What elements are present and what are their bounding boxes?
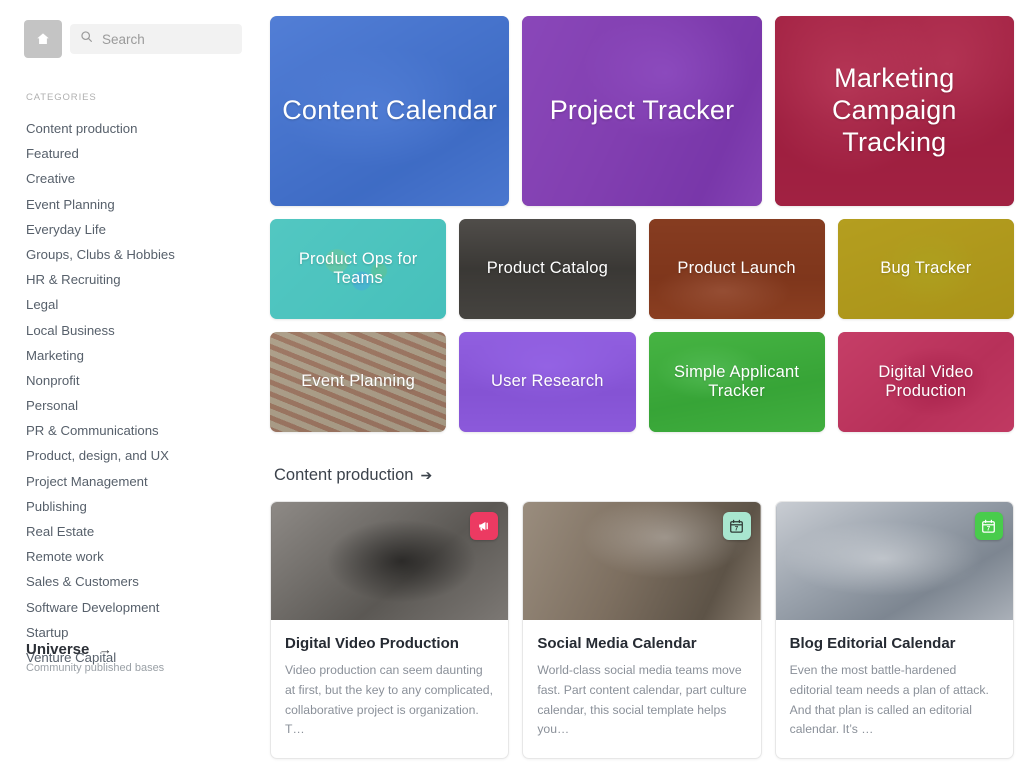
template-title: Blog Editorial Calendar xyxy=(789,635,956,652)
tile-label: Bug Tracker xyxy=(880,259,972,278)
tile-product-ops-for-teams[interactable]: Product Ops for Teams xyxy=(270,219,447,319)
sidebar-item-software-development[interactable]: Software Development xyxy=(0,595,262,620)
universe-link[interactable]: Universe → xyxy=(26,641,164,659)
tile-label: Simple Applicant Tracker xyxy=(674,362,800,400)
template-description: Video production can seem daunting at fi… xyxy=(285,663,493,737)
tile-grid: Content Calendar Project Tracker Marketi… xyxy=(270,16,1014,432)
template-thumbnail: 7 xyxy=(775,502,1013,620)
sidebar-item-marketing[interactable]: Marketing xyxy=(0,343,262,368)
small-tile-row-1: Product Ops for Teams Product Catalog Pr… xyxy=(270,219,1014,319)
template-description: Even the most battle-hardened editorial … xyxy=(789,663,989,737)
template-body: Social Media Calendar World-class social… xyxy=(523,620,760,758)
universe-section: Universe → Community published bases xyxy=(26,641,164,674)
tile-simple-applicant-tracker[interactable]: Simple Applicant Tracker xyxy=(648,332,825,432)
tile-label: User Research xyxy=(491,372,604,391)
sidebar-item-project-management[interactable]: Project Management xyxy=(0,469,262,494)
template-thumbnail: 7 xyxy=(523,502,761,620)
tile-label: Product Launch xyxy=(677,259,796,278)
sidebar-item-creative[interactable]: Creative xyxy=(0,166,262,191)
sidebar-item-product-design-ux[interactable]: Product, design, and UX xyxy=(0,443,262,468)
sidebar-item-personal[interactable]: Personal xyxy=(0,393,262,418)
main-content: Content Calendar Project Tracker Marketi… xyxy=(262,0,1024,769)
sidebar-item-legal[interactable]: Legal xyxy=(0,292,262,317)
tile-label: Content Calendar xyxy=(282,95,498,126)
home-button[interactable] xyxy=(24,20,62,58)
section-title: Content production xyxy=(274,466,414,484)
home-icon xyxy=(35,31,51,47)
sidebar-item-nonprofit[interactable]: Nonprofit xyxy=(0,368,262,393)
tile-label: Event Planning xyxy=(301,372,416,391)
sidebar-item-remote-work[interactable]: Remote work xyxy=(0,544,262,569)
tile-user-research[interactable]: User Research xyxy=(459,332,636,432)
template-title: Social Media Calendar xyxy=(537,635,697,652)
category-list: Content production Featured Creative Eve… xyxy=(0,116,262,670)
small-tile-row-2: Event Planning User Research Simple Appl… xyxy=(270,332,1014,432)
tile-label: Project Tracker xyxy=(549,95,735,126)
sidebar-item-local-business[interactable]: Local Business xyxy=(0,318,262,343)
tile-digital-video-production[interactable]: Digital Video Production xyxy=(837,332,1014,432)
tile-label: Product Catalog xyxy=(486,259,609,278)
template-body: Blog Editorial Calendar Even the most ba… xyxy=(776,620,1013,758)
sidebar-item-pr-communications[interactable]: PR & Communications xyxy=(0,418,262,443)
calendar-icon: 7 xyxy=(722,512,751,540)
categories-label: CATEGORIES xyxy=(26,92,97,103)
svg-text:7: 7 xyxy=(987,525,991,532)
sidebar-item-featured[interactable]: Featured xyxy=(0,141,262,166)
sidebar-item-everyday-life[interactable]: Everyday Life xyxy=(0,217,262,242)
sidebar-item-event-planning[interactable]: Event Planning xyxy=(0,192,262,217)
sidebar-item-groups-clubs-hobbies[interactable]: Groups, Clubs & Hobbies xyxy=(0,242,262,267)
tile-project-tracker[interactable]: Project Tracker xyxy=(522,16,762,206)
tile-event-planning[interactable]: Event Planning xyxy=(270,332,447,432)
hero-tile-row: Content Calendar Project Tracker Marketi… xyxy=(270,16,1014,206)
template-card-row: Digital Video Production Video productio… xyxy=(270,501,1014,760)
search-icon xyxy=(80,30,93,48)
tile-label: Product Ops for Teams xyxy=(298,249,418,287)
template-description: World-class social media teams move fast… xyxy=(537,663,747,737)
tile-bug-tracker[interactable]: Bug Tracker xyxy=(837,219,1014,319)
sidebar-item-publishing[interactable]: Publishing xyxy=(0,494,262,519)
template-gallery-page: CATEGORIES Content production Featured C… xyxy=(0,0,1024,769)
tile-product-catalog[interactable]: Product Catalog xyxy=(459,219,636,319)
search-input[interactable] xyxy=(102,31,232,47)
sidebar: CATEGORIES Content production Featured C… xyxy=(0,0,262,769)
search-box[interactable] xyxy=(70,24,242,54)
template-card[interactable]: 7 Blog Editorial Calendar Even the most … xyxy=(774,501,1014,760)
svg-text:7: 7 xyxy=(735,525,739,532)
tile-content-calendar[interactable]: Content Calendar xyxy=(270,16,510,206)
template-thumbnail xyxy=(271,502,509,620)
sidebar-item-real-estate[interactable]: Real Estate xyxy=(0,519,262,544)
arrow-right-icon: → xyxy=(98,642,112,657)
template-card[interactable]: Digital Video Production Video productio… xyxy=(270,501,510,760)
sidebar-header xyxy=(0,16,262,58)
template-card[interactable]: 7 Social Media Calendar World-class soci… xyxy=(522,501,762,760)
tile-product-launch[interactable]: Product Launch xyxy=(648,219,825,319)
tile-label: Digital Video Production xyxy=(878,362,974,400)
universe-title: Universe xyxy=(26,641,90,658)
sidebar-item-hr-recruiting[interactable]: HR & Recruiting xyxy=(0,267,262,292)
sidebar-item-content-production[interactable]: Content production xyxy=(0,116,262,141)
universe-subtitle: Community published bases xyxy=(26,662,165,674)
section-header-content-production[interactable]: Content production ➔ xyxy=(274,466,432,485)
arrow-right-icon: ➔ xyxy=(420,467,433,483)
calendar-icon: 7 xyxy=(974,512,1003,540)
tile-label: Marketing Campaign Tracking xyxy=(831,63,957,157)
tile-marketing-campaign-tracking[interactable]: Marketing Campaign Tracking xyxy=(774,16,1014,206)
megaphone-icon xyxy=(470,512,499,540)
template-body: Digital Video Production Video productio… xyxy=(271,620,508,758)
template-title: Digital Video Production xyxy=(285,635,459,652)
sidebar-item-sales-customers[interactable]: Sales & Customers xyxy=(0,569,262,594)
